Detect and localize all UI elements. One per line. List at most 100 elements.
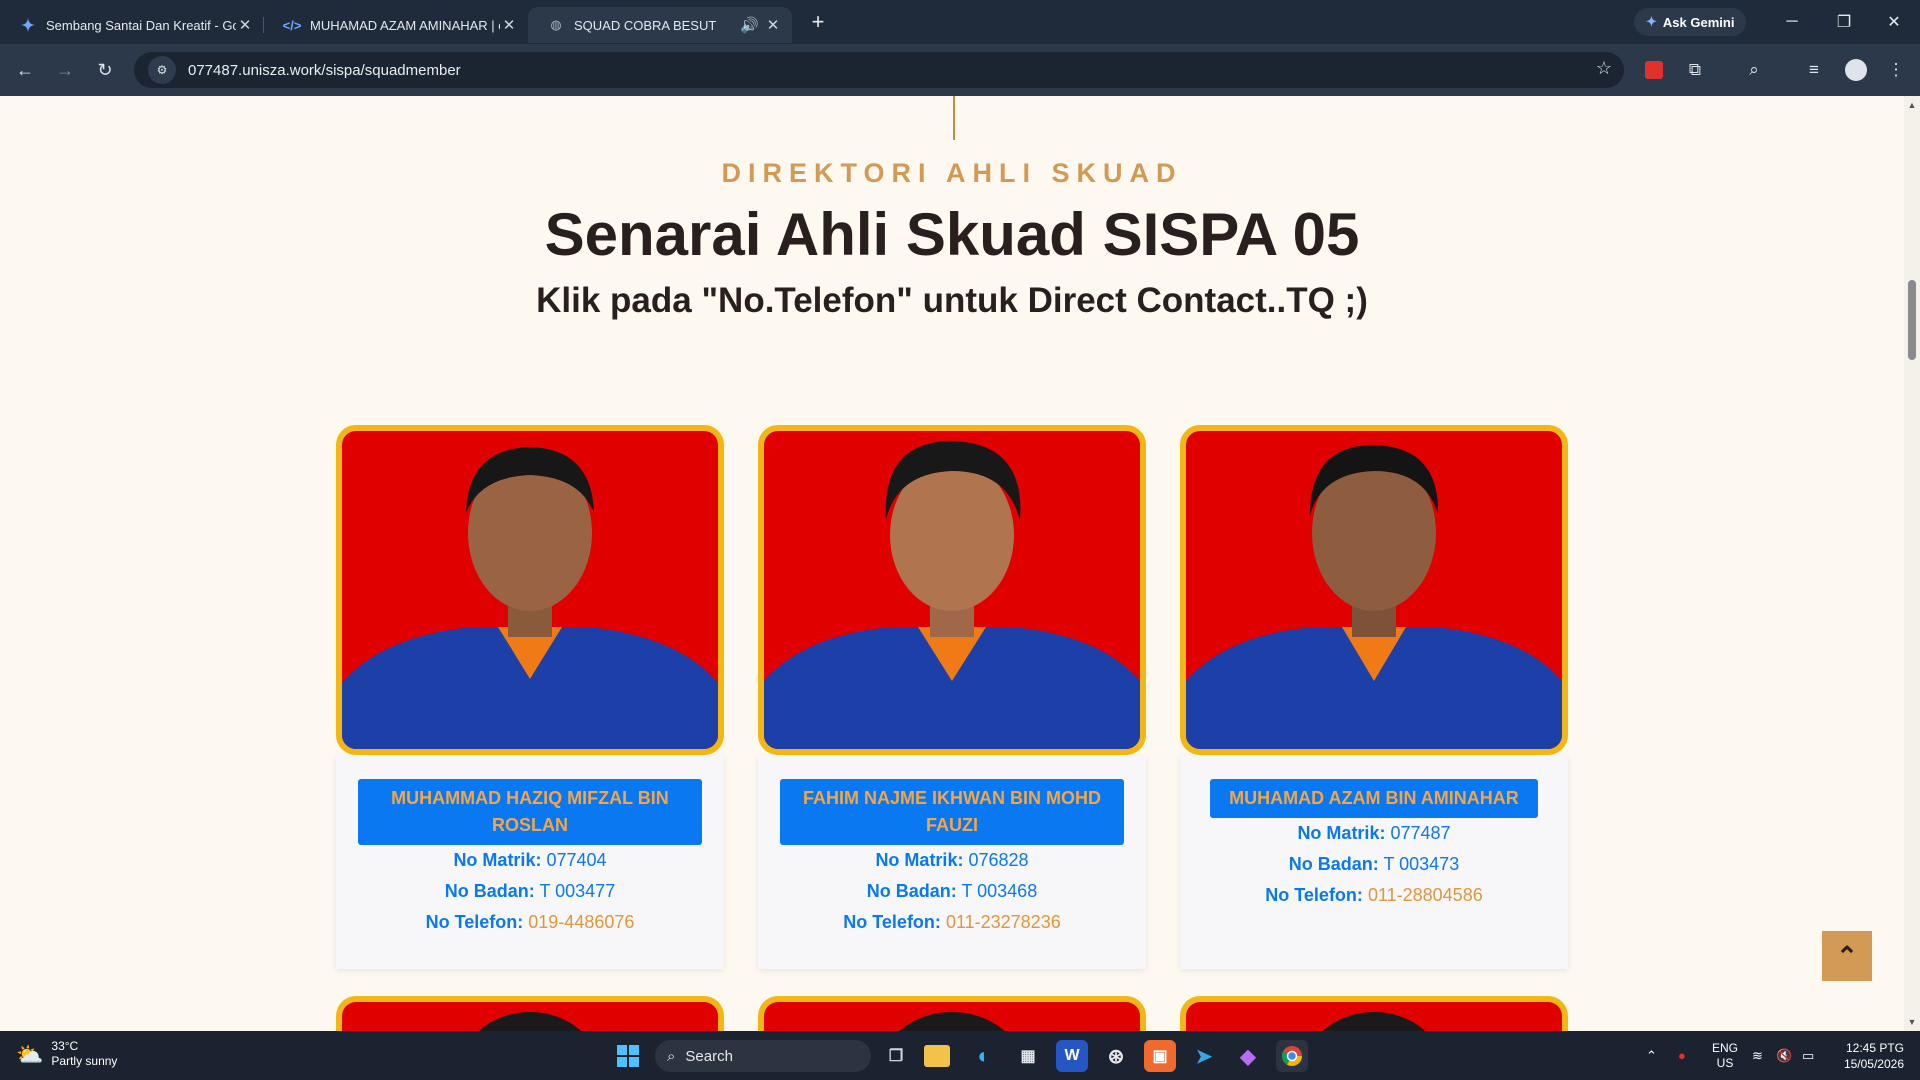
back-to-top-button[interactable]: ⌃ xyxy=(1822,931,1872,981)
search-icon: ⌕ xyxy=(667,1047,676,1065)
matrik-label: No Matrik: xyxy=(875,850,964,870)
task-view-icon[interactable]: ❐ xyxy=(880,1040,912,1072)
media-controls-icon[interactable]: ≡ xyxy=(1794,50,1834,90)
puzzle-extensions-icon[interactable]: ⧉ xyxy=(1675,50,1715,90)
restore-button[interactable]: ❐ xyxy=(1818,0,1870,44)
taskbar-search[interactable]: ⌕ Search xyxy=(655,1040,871,1072)
language-indicator[interactable]: ENG US xyxy=(1712,1031,1738,1080)
page-content: DIREKTORI AHLI SKUAD Senarai Ahli Skuad … xyxy=(0,96,1904,1031)
tray-app-icon[interactable]: ● xyxy=(1678,1031,1686,1080)
edge-browser-icon[interactable]: ◐ xyxy=(968,1040,1000,1072)
tray-overflow-icon[interactable]: ⌃ xyxy=(1646,1031,1657,1080)
page-subtitle: Klik pada "No.Telefon" untuk Direct Cont… xyxy=(536,281,1368,320)
matrik-line: No Matrik: 077404 xyxy=(336,845,724,876)
scroll-down-arrow-icon[interactable]: ▼ xyxy=(1904,1017,1920,1027)
matrik-value: 076828 xyxy=(968,850,1029,870)
member-photo-partial xyxy=(758,996,1146,1031)
telegram-icon[interactable]: ➤ xyxy=(1188,1040,1220,1072)
back-button[interactable]: ← xyxy=(5,50,45,90)
code-icon: </> xyxy=(282,17,302,33)
matrik-line: No Matrik: 077487 xyxy=(1180,818,1568,849)
tab-profile[interactable]: </> MUHAMAD AZAM AMINAHAR | e ✕ xyxy=(264,7,528,43)
page-title: Senarai Ahli Skuad SISPA 05 xyxy=(544,201,1360,268)
new-tab-button[interactable]: + xyxy=(800,9,836,35)
badan-value: T 003473 xyxy=(1383,854,1460,874)
member-card: MUHAMAD AZAM BIN AMINAHAR No Matrik: 077… xyxy=(1180,425,1568,969)
windows-start-icon[interactable] xyxy=(612,1040,644,1072)
badan-line: No Badan: T 003477 xyxy=(336,876,724,907)
clock-date: 15/05/2026 xyxy=(1843,1056,1904,1071)
extension-red-icon[interactable] xyxy=(1634,50,1674,90)
weather-widget[interactable]: ⛅ 33°C Partly sunny xyxy=(16,1039,117,1069)
member-photo-partial xyxy=(336,996,724,1031)
telefon-label: No Telefon: xyxy=(425,912,524,932)
ask-gemini-button[interactable]: ✦ Ask Gemini xyxy=(1634,8,1747,36)
file-explorer-icon[interactable] xyxy=(924,1045,950,1067)
weather-desc: Partly sunny xyxy=(51,1054,118,1068)
tab-sembang[interactable]: Sembang Santai Dan Kreatif - Goo ✕ xyxy=(0,7,264,43)
word-icon[interactable]: W xyxy=(1056,1040,1088,1072)
telefon-line: No Telefon: 011-28804586 xyxy=(1180,880,1568,911)
tab-squad-cobra[interactable]: ◍ SQUAD COBRA BESUT 🔊 ✕ xyxy=(528,7,792,43)
member-photo xyxy=(1180,425,1568,755)
telefon-link[interactable]: 011-23278236 xyxy=(946,912,1061,932)
matrik-line: No Matrik: 076828 xyxy=(758,845,1146,876)
weather-temp: 33°C xyxy=(51,1039,79,1053)
badan-label: No Badan: xyxy=(866,881,957,901)
scroll-up-arrow-icon[interactable]: ▲ xyxy=(1904,100,1920,110)
chevron-double-up-icon: ⌃ xyxy=(1836,940,1858,971)
globe-icon: ◍ xyxy=(550,17,562,32)
url-text: 077487.unisza.work/sispa/squadmember xyxy=(188,61,461,79)
decorative-line xyxy=(953,96,955,140)
tab-title: MUHAMAD AZAM AMINAHAR | e xyxy=(310,17,500,33)
copilot-icon[interactable]: ◆ xyxy=(1232,1040,1264,1072)
member-card: FAHIM NAJME IKHWAN BIN MOHD FAUZI No Mat… xyxy=(758,425,1146,969)
close-window-button[interactable]: ✕ xyxy=(1868,0,1920,44)
member-card: MUHAMMAD HAZIQ MIFZAL BIN ROSLAN No Matr… xyxy=(336,425,724,969)
section-eyebrow: DIREKTORI AHLI SKUAD xyxy=(721,158,1183,188)
lang-bottom: US xyxy=(1716,1055,1734,1070)
member-info: MUHAMAD AZAM BIN AMINAHAR No Matrik: 077… xyxy=(1180,755,1568,969)
close-icon[interactable]: ✕ xyxy=(764,16,782,34)
badan-line: No Badan: T 003468 xyxy=(758,876,1146,907)
clock[interactable]: 12:45 PTG 15/05/2026 xyxy=(1836,1031,1904,1080)
member-photo xyxy=(336,425,724,755)
wifi-icon[interactable]: ≋ xyxy=(1752,1031,1763,1080)
lens-search-icon[interactable]: ⌕ xyxy=(1734,50,1774,90)
badan-line: No Badan: T 003473 xyxy=(1180,849,1568,880)
badan-label: No Badan: xyxy=(1288,854,1379,874)
telefon-link[interactable]: 019-4486076 xyxy=(528,912,634,932)
tab-strip: Sembang Santai Dan Kreatif - Goo ✕ </> M… xyxy=(0,0,1920,44)
forward-button[interactable]: → xyxy=(45,50,85,90)
badan-value: T 003468 xyxy=(961,881,1038,901)
close-icon[interactable]: ✕ xyxy=(500,16,518,34)
battery-icon[interactable]: ▭ xyxy=(1802,1031,1814,1080)
more-menu-icon[interactable]: ⋮ xyxy=(1876,50,1916,90)
telefon-label: No Telefon: xyxy=(1265,885,1363,905)
page-scrollbar[interactable]: ▲ ▼ xyxy=(1904,96,1920,1031)
gemini-icon: ✦ xyxy=(1646,14,1657,29)
close-icon[interactable]: ✕ xyxy=(236,16,254,34)
matrik-value: 077404 xyxy=(546,850,607,870)
profile-avatar[interactable] xyxy=(1836,50,1876,90)
telefon-link[interactable]: 011-28804586 xyxy=(1368,885,1483,905)
member-photo xyxy=(758,425,1146,755)
lang-top: ENG xyxy=(1712,1040,1739,1055)
scrollbar-thumb[interactable] xyxy=(1908,280,1916,360)
address-bar[interactable]: ⚙ 077487.unisza.work/sispa/squadmember ☆ xyxy=(134,52,1624,88)
chatgpt-icon[interactable]: ⊛ xyxy=(1100,1040,1132,1072)
chrome-icon[interactable] xyxy=(1276,1040,1308,1072)
reload-button[interactable]: ↻ xyxy=(85,50,125,90)
badan-label: No Badan: xyxy=(444,881,535,901)
matrik-label: No Matrik: xyxy=(453,850,542,870)
member-name-badge: FAHIM NAJME IKHWAN BIN MOHD FAUZI xyxy=(780,779,1124,845)
member-name-badge: MUHAMMAD HAZIQ MIFZAL BIN ROSLAN xyxy=(358,779,702,845)
microsoft-store-icon[interactable]: ▦ xyxy=(1012,1040,1044,1072)
speaker-icon[interactable]: 🔊 xyxy=(740,16,759,34)
minimize-button[interactable]: ─ xyxy=(1766,0,1818,44)
site-info-icon[interactable]: ⚙ xyxy=(148,56,176,84)
bookmark-star-icon[interactable]: ☆ xyxy=(1596,58,1612,79)
app-orange-icon[interactable]: ▣ xyxy=(1144,1040,1176,1072)
tab-title: Sembang Santai Dan Kreatif - Goo xyxy=(46,17,236,33)
muted-speaker-icon[interactable]: 🔇 xyxy=(1776,1031,1792,1080)
